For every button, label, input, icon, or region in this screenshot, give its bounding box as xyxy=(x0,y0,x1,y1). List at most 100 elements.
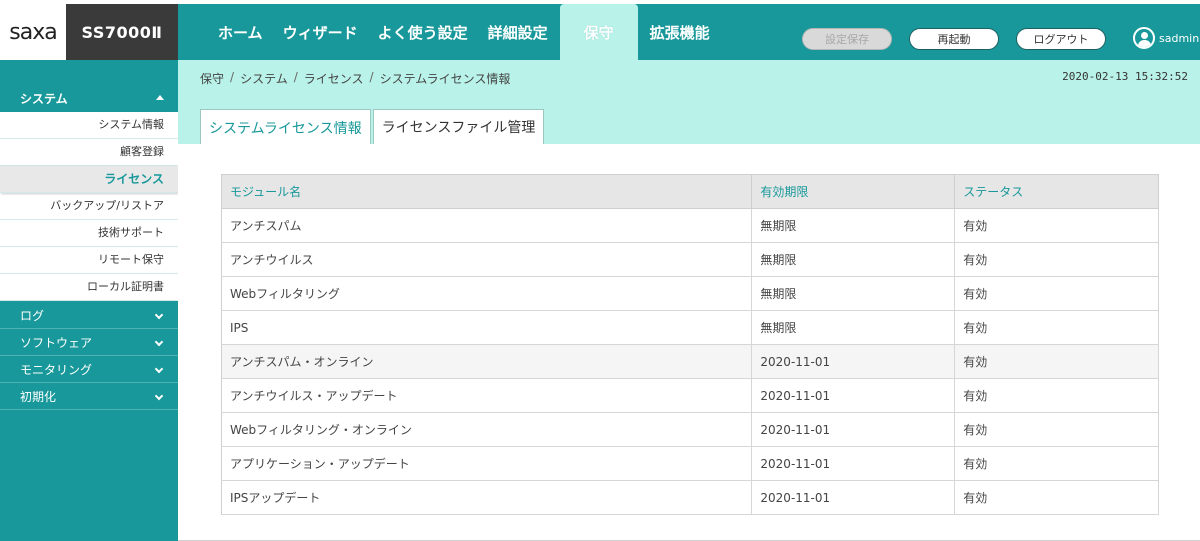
cell-module: IPS xyxy=(221,310,753,345)
sidebar-group-system[interactable]: システム xyxy=(0,84,178,112)
model-logo: SS7000Ⅱ xyxy=(66,4,178,60)
sidebar-group-initialize-label: 初期化 xyxy=(20,390,57,404)
cell-expiry: 無期限 xyxy=(751,242,956,277)
nav-maintenance-label: 保守 xyxy=(583,23,614,42)
user-icon xyxy=(1133,27,1155,49)
top-header: saxa SS7000Ⅱ ホーム ウィザード よく使う設定 詳細設定 保守 拡張… xyxy=(0,0,1200,60)
nav-extensions-label: 拡張機能 xyxy=(649,23,710,42)
nav-frequent-settings[interactable]: よく使う設定 xyxy=(368,4,478,60)
reboot-button[interactable]: 再起動 xyxy=(909,28,999,50)
chevron-down-icon xyxy=(154,391,164,401)
tab-system-license-info[interactable]: システムライセンス情報 xyxy=(200,109,371,145)
sidebar-group-monitoring[interactable]: モニタリング xyxy=(0,357,178,383)
breadcrumb-system[interactable]: システム xyxy=(240,70,288,87)
user-menu[interactable]: sadmin xyxy=(1133,26,1199,50)
cell-status: 有効 xyxy=(954,446,1159,481)
table-row: アンチスパム・オンライン 2020-11-01 有効 xyxy=(221,344,1159,379)
caret-up-icon xyxy=(156,95,164,100)
sidebar-group-monitoring-label: モニタリング xyxy=(20,363,93,377)
cell-module: アンチウイルス xyxy=(221,242,753,277)
cell-module: IPSアップデート xyxy=(221,480,753,515)
main-nav: ホーム ウィザード よく使う設定 詳細設定 保守 拡張機能 xyxy=(208,4,720,60)
saxa-logo: saxa xyxy=(0,4,66,60)
cell-expiry: 2020-11-01 xyxy=(751,412,956,447)
sidebar-group-log[interactable]: ログ xyxy=(0,303,178,329)
tab-license-file-management[interactable]: ライセンスファイル管理 xyxy=(372,109,545,144)
table-row: アンチウイルス・アップデート 2020-11-01 有効 xyxy=(221,378,1159,413)
sidebar-item-local-certificate[interactable]: ローカル証明書 xyxy=(0,274,178,301)
cell-status: 有効 xyxy=(954,480,1159,515)
cell-module: アンチスパム xyxy=(221,208,753,243)
cell-expiry: 2020-11-01 xyxy=(751,446,956,481)
sidebar-group-initialize[interactable]: 初期化 xyxy=(0,384,178,410)
sidebar-item-tech-support[interactable]: 技術サポート xyxy=(0,220,178,247)
sidebar-submenu: システム情報 顧客登録 ライセンス バックアップ/リストア 技術サポート リモー… xyxy=(0,112,188,301)
cell-expiry: 無期限 xyxy=(751,276,956,311)
cell-status: 有効 xyxy=(954,208,1159,243)
model-name: SS7000Ⅱ xyxy=(81,22,163,42)
cell-expiry: 無期限 xyxy=(751,208,956,243)
column-header-status[interactable]: ステータス xyxy=(954,174,1159,209)
sidebar-group-log-label: ログ xyxy=(20,309,45,323)
cell-module: アプリケーション・アップデート xyxy=(221,446,753,481)
timestamp: 2020-02-13 15:32:52 xyxy=(1062,70,1188,83)
sidebar-group-software[interactable]: ソフトウェア xyxy=(0,330,178,356)
breadcrumb-license[interactable]: ライセンス xyxy=(304,70,364,87)
nav-maintenance[interactable]: 保守 xyxy=(559,4,638,60)
cell-status: 有効 xyxy=(954,242,1159,277)
breadcrumb-separator: / xyxy=(369,70,374,84)
sidebar-group-software-label: ソフトウェア xyxy=(20,336,93,350)
sidebar-group-system-label: システム xyxy=(20,91,68,106)
nav-home-label: ホーム xyxy=(218,23,263,42)
cell-expiry: 2020-11-01 xyxy=(751,344,956,379)
column-header-module[interactable]: モジュール名 xyxy=(221,174,753,209)
cell-status: 有効 xyxy=(954,344,1159,379)
chevron-down-icon xyxy=(154,364,164,374)
sidebar: システム システム情報 顧客登録 ライセンス バックアップ/リストア 技術サポー… xyxy=(0,60,188,541)
table-row: Webフィルタリング 無期限 有効 xyxy=(221,276,1159,311)
sidebar-item-system-info[interactable]: システム情報 xyxy=(0,112,178,139)
cell-expiry: 2020-11-01 xyxy=(751,378,956,413)
nav-advanced-settings-label: 詳細設定 xyxy=(487,23,548,42)
cell-module: Webフィルタリング xyxy=(221,276,753,311)
nav-wizard-label: ウィザード xyxy=(282,23,358,42)
cell-module: Webフィルタリング・オンライン xyxy=(221,412,753,447)
column-header-expiry[interactable]: 有効期限 xyxy=(751,174,956,209)
nav-advanced-settings[interactable]: 詳細設定 xyxy=(478,4,558,60)
tab-bar: システムライセンス情報 ライセンスファイル管理 xyxy=(200,109,546,145)
username: sadmin xyxy=(1159,31,1200,45)
breadcrumb-current: システムライセンス情報 xyxy=(379,72,511,86)
table-row: アンチウイルス 無期限 有効 xyxy=(221,242,1159,277)
cell-status: 有効 xyxy=(954,412,1159,447)
save-settings-button[interactable]: 設定保存 xyxy=(802,28,892,50)
table-row: アプリケーション・アップデート 2020-11-01 有効 xyxy=(221,446,1159,481)
table-row: IPSアップデート 2020-11-01 有効 xyxy=(221,480,1159,515)
nav-wizard[interactable]: ウィザード xyxy=(273,4,368,60)
nav-home[interactable]: ホーム xyxy=(208,4,273,60)
sidebar-item-remote-maintenance[interactable]: リモート保守 xyxy=(0,247,178,274)
nav-extensions[interactable]: 拡張機能 xyxy=(640,4,720,60)
cell-module: アンチウイルス・アップデート xyxy=(221,378,753,413)
cell-status: 有効 xyxy=(954,310,1159,345)
breadcrumb-maintenance[interactable]: 保守 xyxy=(200,70,224,87)
logout-button[interactable]: ログアウト xyxy=(1016,28,1106,50)
table-row: アンチスパム 無期限 有効 xyxy=(221,208,1159,243)
sidebar-item-license[interactable]: ライセンス xyxy=(0,166,188,193)
table-header-row: モジュール名 有効期限 ステータス xyxy=(221,174,1159,209)
cell-module: アンチスパム・オンライン xyxy=(221,344,753,379)
chevron-down-icon xyxy=(154,337,164,347)
nav-frequent-settings-label: よく使う設定 xyxy=(377,23,468,42)
saxa-logo-text: saxa xyxy=(9,19,57,45)
cell-status: 有効 xyxy=(954,276,1159,311)
sidebar-item-backup-restore[interactable]: バックアップ/リストア xyxy=(0,193,178,220)
cell-expiry: 無期限 xyxy=(751,310,956,345)
breadcrumb: 保守 / システム / ライセンス / システムライセンス情報 xyxy=(200,70,510,87)
cell-status: 有効 xyxy=(954,378,1159,413)
cell-expiry: 2020-11-01 xyxy=(751,480,956,515)
breadcrumb-separator: / xyxy=(230,70,235,84)
table-row: IPS 無期限 有効 xyxy=(221,310,1159,345)
chevron-down-icon xyxy=(154,310,164,320)
breadcrumb-separator: / xyxy=(293,70,298,84)
sidebar-item-customer-registration[interactable]: 顧客登録 xyxy=(0,139,178,166)
license-table: モジュール名 有効期限 ステータス アンチスパム 無期限 有効 アンチウイルス … xyxy=(221,174,1159,515)
